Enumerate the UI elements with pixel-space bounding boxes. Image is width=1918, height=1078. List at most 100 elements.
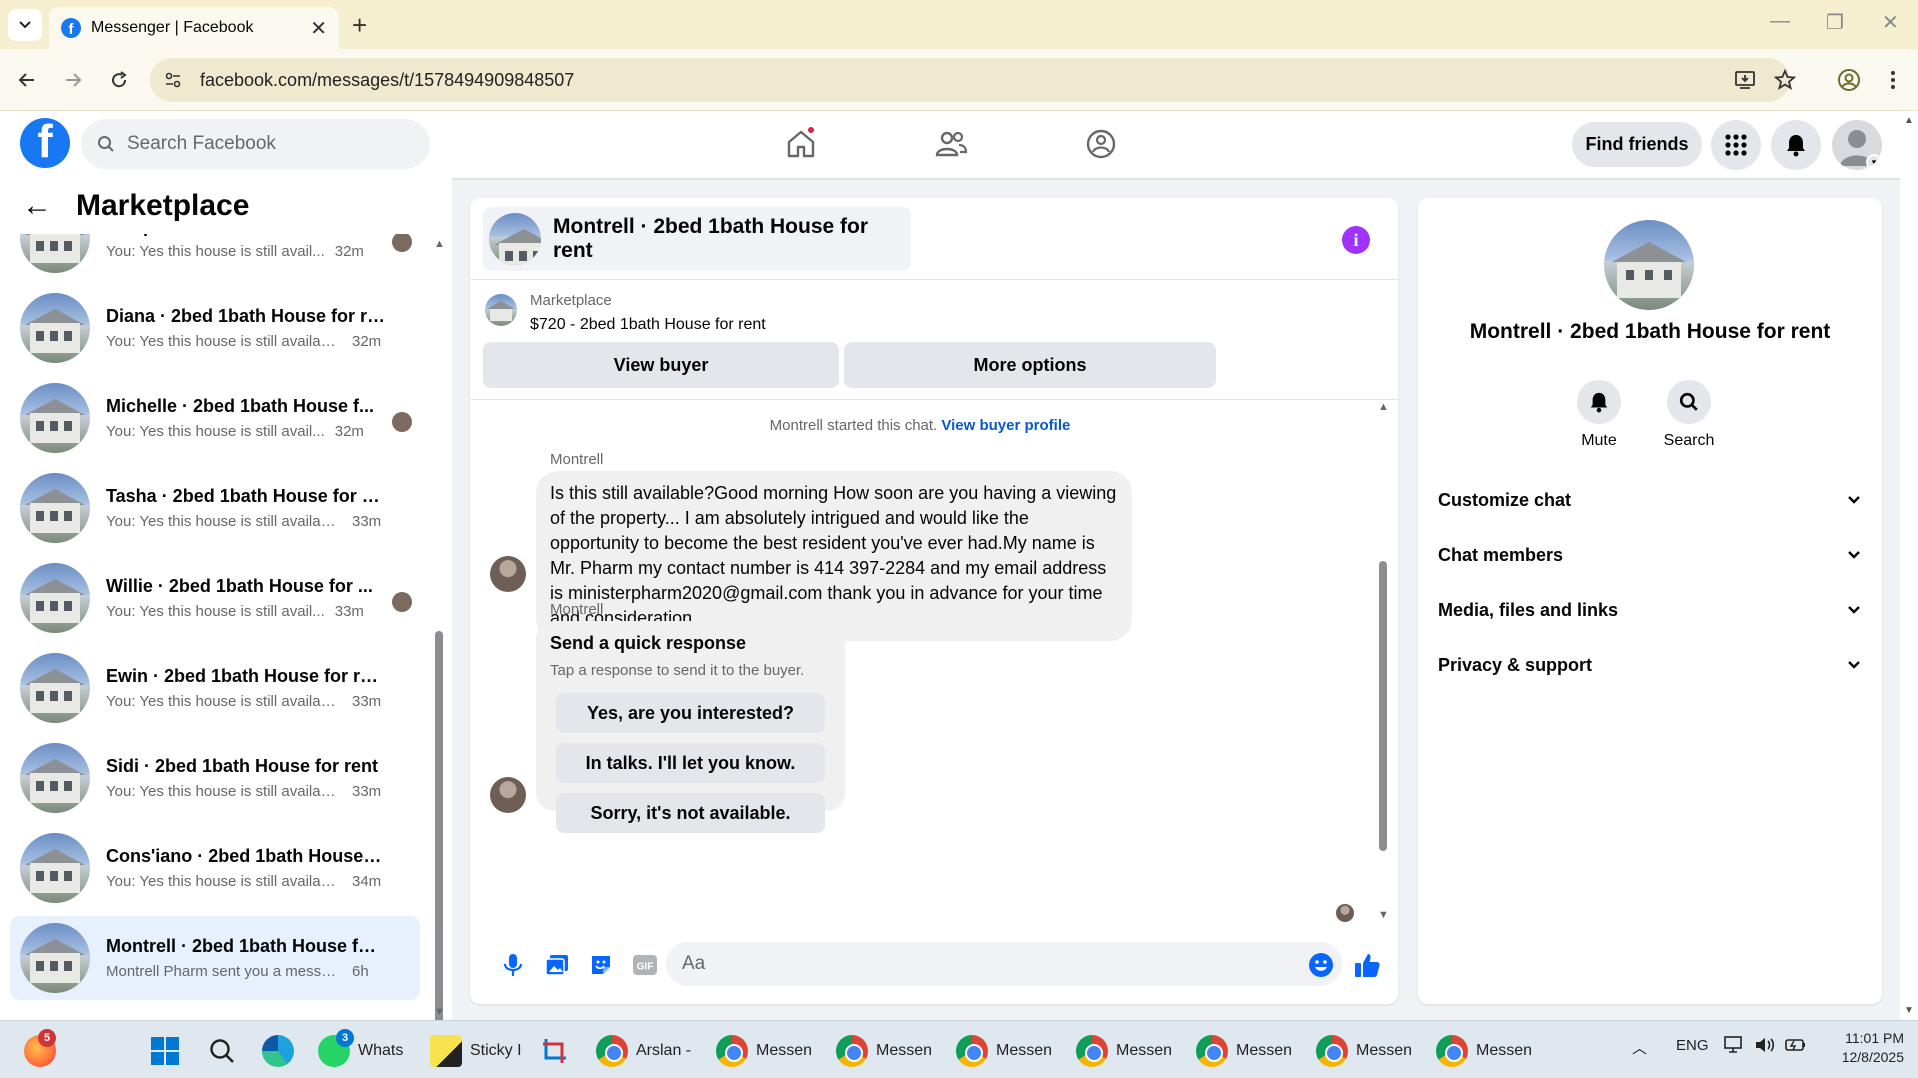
scroll-down-arrow-icon[interactable]: ▼ <box>1904 1005 1914 1016</box>
facebook-search-input[interactable]: Search Facebook <box>81 119 430 169</box>
taskbar-firefox[interactable]: 5 <box>24 1029 64 1071</box>
language-indicator[interactable]: ENG <box>1676 1037 1709 1054</box>
sidebar-scrollbar[interactable]: ▲ ▼ <box>432 238 446 1020</box>
gif-icon[interactable]: GIF <box>630 950 660 980</box>
close-window-icon[interactable]: ✕ <box>1882 10 1899 35</box>
sender-avatar[interactable] <box>490 556 526 592</box>
conversation-item[interactable]: Ewin · 2bed 1bath House for rent You: Yes… <box>10 646 420 730</box>
conversation-item[interactable]: Diana · 2bed 1bath House for rent You: Ye… <box>10 286 420 370</box>
quick-response-yes-button[interactable]: Yes, are you interested? <box>556 693 825 733</box>
chat-title-button[interactable]: Montrell · 2bed 1bath House for rent <box>483 207 911 271</box>
sticker-icon[interactable] <box>586 950 616 980</box>
taskbar-messenger-1[interactable]: Messen <box>716 1031 812 1071</box>
scroll-up-arrow-icon[interactable]: ▲ <box>434 238 445 250</box>
media-files-links-section[interactable]: Media, files and links <box>1438 590 1862 630</box>
conversation-item[interactable]: Tasha · 2bed 1bath House for rent You: Ye… <box>10 466 420 550</box>
taskbar-messenger-3[interactable]: Messen <box>956 1031 1052 1071</box>
home-nav-button[interactable] <box>776 121 826 167</box>
more-options-button[interactable]: More options <box>844 342 1216 388</box>
new-tab-button[interactable]: + <box>352 10 367 41</box>
taskbar-messenger-7[interactable]: Messen <box>1436 1031 1532 1071</box>
scroll-up-arrow-icon[interactable]: ▲ <box>1904 115 1914 126</box>
chat-members-section[interactable]: Chat members <box>1438 535 1862 575</box>
address-bar[interactable]: facebook.com/messages/t/1578494909848507 <box>150 58 1790 102</box>
menu-grid-button[interactable] <box>1711 120 1761 170</box>
microphone-icon[interactable] <box>498 950 528 980</box>
conversation-item[interactable]: Sidi · 2bed 1bath House for rent You: Yes… <box>10 736 420 820</box>
restore-icon[interactable]: ❐ <box>1826 10 1844 35</box>
browser-menu-icon[interactable] <box>1878 65 1908 95</box>
quick-response-not-available-button[interactable]: Sorry, it's not available. <box>556 793 825 833</box>
scroll-down-arrow-icon[interactable]: ▼ <box>434 1006 445 1018</box>
forward-button[interactable] <box>58 65 88 95</box>
conversation-preview: You: Yes this house is still availabl... <box>106 693 342 710</box>
info-icon[interactable]: i <box>1342 226 1370 254</box>
taskbar-messenger-2[interactable]: Messen <box>836 1031 932 1071</box>
search-in-chat-button[interactable]: Search <box>1644 380 1734 450</box>
sidebar-scroll-thumb[interactable] <box>435 631 443 1020</box>
conversation-avatar <box>20 923 90 993</box>
network-icon[interactable] <box>1724 1035 1746 1055</box>
notifications-button[interactable] <box>1771 120 1821 170</box>
privacy-support-section[interactable]: Privacy & support <box>1438 645 1862 685</box>
sender-avatar[interactable] <box>490 777 526 813</box>
customize-chat-section[interactable]: Customize chat <box>1438 480 1862 520</box>
message-bubble[interactable]: Is this still available?Good morning How… <box>536 471 1132 641</box>
taskbar-messenger-5[interactable]: Messen <box>1196 1031 1292 1071</box>
listing-price-title[interactable]: $720 - 2bed 1bath House for rent <box>530 316 766 334</box>
conversation-item[interactable]: Montrell · 2bed 1bath House for... Montre… <box>10 916 420 1000</box>
emoji-icon[interactable] <box>1306 950 1336 980</box>
listing-small-thumbnail[interactable] <box>485 294 517 326</box>
site-settings-icon[interactable] <box>164 71 182 89</box>
whatsapp-icon: 3 <box>318 1029 354 1067</box>
taskbar-search[interactable] <box>208 1031 236 1071</box>
message-scroll-thumb[interactable] <box>1379 561 1387 851</box>
page-scrollbar[interactable]: ▲ ▼ <box>1900 111 1918 1020</box>
message-input[interactable]: Aa <box>666 942 1342 986</box>
conversation-item[interactable]: Michelle · 2bed 1bath House f... You: Yes… <box>10 376 420 460</box>
photo-icon[interactable] <box>542 950 572 980</box>
close-tab-icon[interactable]: ✕ <box>310 16 327 41</box>
view-buyer-profile-link[interactable]: View buyer profile <box>941 417 1070 434</box>
find-friends-button[interactable]: Find friends <box>1572 122 1702 167</box>
install-app-icon[interactable] <box>1730 65 1760 95</box>
show-hidden-icons-chevron-up-icon[interactable]: ︿ <box>1632 1037 1647 1058</box>
bookmark-star-icon[interactable] <box>1770 65 1800 95</box>
message-thread: Montrell started this chat. View buyer p… <box>470 401 1398 921</box>
volume-icon[interactable] <box>1754 1035 1776 1055</box>
taskbar-chrome-arslan[interactable]: Arslan - <box>596 1031 691 1071</box>
view-buyer-button[interactable]: View buyer <box>483 342 839 388</box>
conversation-item[interactable]: Cons'iano · 2bed 1bath House fo... You: Y… <box>10 826 420 910</box>
browser-tab-messenger[interactable]: f Messenger | Facebook ✕ <box>49 7 339 49</box>
chat-avatar-large <box>1604 220 1694 310</box>
marketplace-chat-list: ← Marketplace Joaquina · 2bed 1bath Hous… <box>0 178 452 1020</box>
conversation-item[interactable]: Willie · 2bed 1bath House for ... You: Ye… <box>10 556 420 640</box>
section-label: Media, files and links <box>1438 599 1619 620</box>
reload-button[interactable] <box>104 65 134 95</box>
minimize-icon[interactable]: — <box>1770 10 1790 33</box>
taskbar-messenger-4[interactable]: Messen <box>1076 1031 1172 1071</box>
taskbar-whatsapp[interactable]: 3 Whats <box>318 1029 403 1071</box>
friends-nav-button[interactable] <box>926 121 976 167</box>
back-button[interactable] <box>12 65 42 95</box>
taskbar-messenger-6[interactable]: Messen <box>1316 1031 1412 1071</box>
taskbar-snipping-tool[interactable] <box>540 1031 570 1071</box>
taskbar-edge[interactable] <box>262 1031 302 1071</box>
quick-response-in-talks-button[interactable]: In talks. I'll let you know. <box>556 743 825 783</box>
account-avatar-button[interactable]: ▾ <box>1832 120 1882 170</box>
scroll-up-arrow-icon[interactable]: ▲ <box>1378 401 1389 413</box>
tab-search-dropdown[interactable] <box>8 9 42 41</box>
clock[interactable]: 11:01 PM 12/8/2025 <box>1828 1029 1904 1067</box>
facebook-logo-icon[interactable]: f <box>20 118 70 168</box>
profile-icon[interactable] <box>1834 65 1864 95</box>
chevron-down-icon <box>1848 496 1860 504</box>
groups-nav-button[interactable] <box>1076 121 1126 167</box>
taskbar-start[interactable] <box>150 1031 180 1071</box>
taskbar-sticky-notes[interactable]: Sticky I <box>430 1031 522 1071</box>
back-arrow-icon[interactable]: ← <box>22 189 52 223</box>
scroll-down-arrow-icon[interactable]: ▼ <box>1378 909 1389 921</box>
thumbs-up-icon[interactable] <box>1352 950 1382 980</box>
message-scrollbar[interactable]: ▲ ▼ <box>1376 401 1390 921</box>
battery-icon[interactable] <box>1784 1035 1808 1055</box>
mute-button[interactable]: Mute <box>1554 380 1644 450</box>
